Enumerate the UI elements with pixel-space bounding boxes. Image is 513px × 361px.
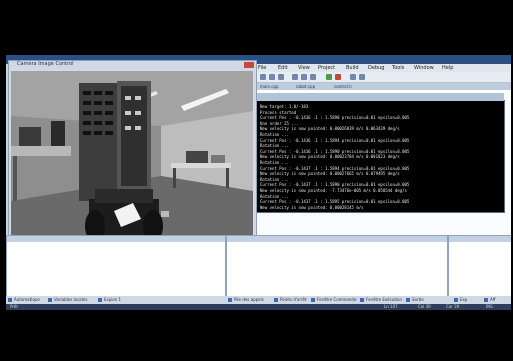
console-line: Process started xyxy=(260,109,297,115)
ide-toolbar xyxy=(256,72,511,83)
call-stack-pane[interactable] xyxy=(226,235,448,299)
console-line: Current Pos : -0.1437 .1 : 1.5894 precis… xyxy=(260,165,410,171)
camera-window-title: Camera Image Control xyxy=(17,61,74,67)
menu-window[interactable]: Window xyxy=(414,65,434,71)
console-window[interactable]: New target: 1.0/-183 Process started Curre… xyxy=(256,93,505,213)
console-line: New velocity is now pointed: 0.00028145 … xyxy=(260,204,364,210)
menu-build[interactable]: Build xyxy=(346,65,359,71)
tab-control[interactable]: control.h xyxy=(334,84,352,89)
window-icon xyxy=(360,298,364,302)
cut-icon[interactable] xyxy=(292,74,298,80)
console-line: New velocity is now pointed: 0.00026839 … xyxy=(260,126,400,132)
run-icon[interactable] xyxy=(326,74,332,80)
status-ready: Prêt xyxy=(10,304,18,309)
locals-pane-header xyxy=(7,236,225,242)
window-icon xyxy=(454,298,458,302)
menu-tools[interactable]: Tools xyxy=(392,65,404,71)
stop-icon[interactable] xyxy=(335,74,341,80)
status-column: Col 39 xyxy=(418,304,431,309)
console-line: Rotation ... xyxy=(260,193,289,199)
console-line: One order 25 ... xyxy=(260,120,299,126)
window-icon xyxy=(274,298,278,302)
console-line: Rotation ... xyxy=(260,143,289,149)
open-folder-icon[interactable] xyxy=(269,74,275,80)
save-icon[interactable] xyxy=(278,74,284,80)
console-line: Current Pos : -0.1436 .1 : 1.5890 precis… xyxy=(260,148,410,154)
video-frame: File Edit View Project Build Debug Tools… xyxy=(0,0,513,361)
menu-project[interactable]: Project xyxy=(318,65,335,71)
console-line: Rotation ... xyxy=(260,132,289,137)
camera-window-title-bar: Camera Image Control xyxy=(9,61,256,69)
solution-explorer-header xyxy=(449,236,511,242)
console-line: New target: 1.0/-183 xyxy=(260,104,309,109)
window-icon xyxy=(48,298,52,302)
step-icon[interactable] xyxy=(350,74,356,80)
status-bar: Prêt Ln 107 Col 39 Car 39 INS xyxy=(6,304,511,310)
console-line: Current Pos : -0.1436 .1 : 1.5890 precis… xyxy=(260,115,410,121)
status-line: Ln 107 xyxy=(384,304,398,309)
tab-main[interactable]: main.cpp xyxy=(260,84,279,89)
solution-explorer-pane[interactable] xyxy=(448,235,511,299)
menu-view[interactable]: View xyxy=(298,65,310,71)
window-icon xyxy=(98,298,102,302)
status-insert-mode: INS xyxy=(486,304,493,309)
menu-edit[interactable]: Edit xyxy=(278,65,288,71)
step-into-icon[interactable] xyxy=(359,74,365,80)
copy-icon[interactable] xyxy=(301,74,307,80)
window-icon xyxy=(228,298,232,302)
console-line: New velocity is now pointed: 0.00027665 … xyxy=(260,171,400,177)
tab-robot[interactable]: robot.cpp xyxy=(296,84,315,89)
menu-file[interactable]: File xyxy=(258,65,266,71)
ide-menu-bar: File Edit View Project Build Debug Tools… xyxy=(256,64,511,72)
console-line: New velocity is now pointed: 0.00023784 … xyxy=(260,154,400,160)
locals-pane[interactable] xyxy=(6,235,226,299)
call-stack-pane-header xyxy=(227,236,447,242)
tool-window-tabs: Automatique Variables locales Espion 1 P… xyxy=(6,296,511,304)
window-icon xyxy=(406,298,410,302)
window-icon xyxy=(484,298,488,302)
status-char: Car 39 xyxy=(446,304,460,309)
console-title-bar xyxy=(257,93,504,101)
console-line: Rotation ... xyxy=(260,176,289,182)
camera-window[interactable]: Camera Image Control xyxy=(8,60,257,245)
close-icon[interactable] xyxy=(244,62,254,68)
console-line: New velocity is now pointed: -7.73476e-0… xyxy=(260,188,407,193)
new-file-icon[interactable] xyxy=(260,74,266,80)
console-line: Current Pos : -0.1437 .1 : 1.5895 precis… xyxy=(260,199,410,205)
console-line: Current Pos : -0.1436 .1 : 1.5894 precis… xyxy=(260,137,410,143)
editor-tabs: main.cpp robot.cpp control.h xyxy=(256,83,511,90)
console-line: Current Pos : -0.1437 .1 : 1.5890 precis… xyxy=(260,182,410,188)
window-icon xyxy=(311,298,315,302)
menu-debug[interactable]: Debug xyxy=(368,65,384,71)
menu-help[interactable]: Help xyxy=(442,65,453,71)
camera-feed-image xyxy=(11,71,253,242)
desktop-screen: File Edit View Project Build Debug Tools… xyxy=(6,55,511,310)
paste-icon[interactable] xyxy=(310,74,316,80)
window-icon xyxy=(8,298,12,302)
console-line: Rotation ... xyxy=(260,160,289,165)
